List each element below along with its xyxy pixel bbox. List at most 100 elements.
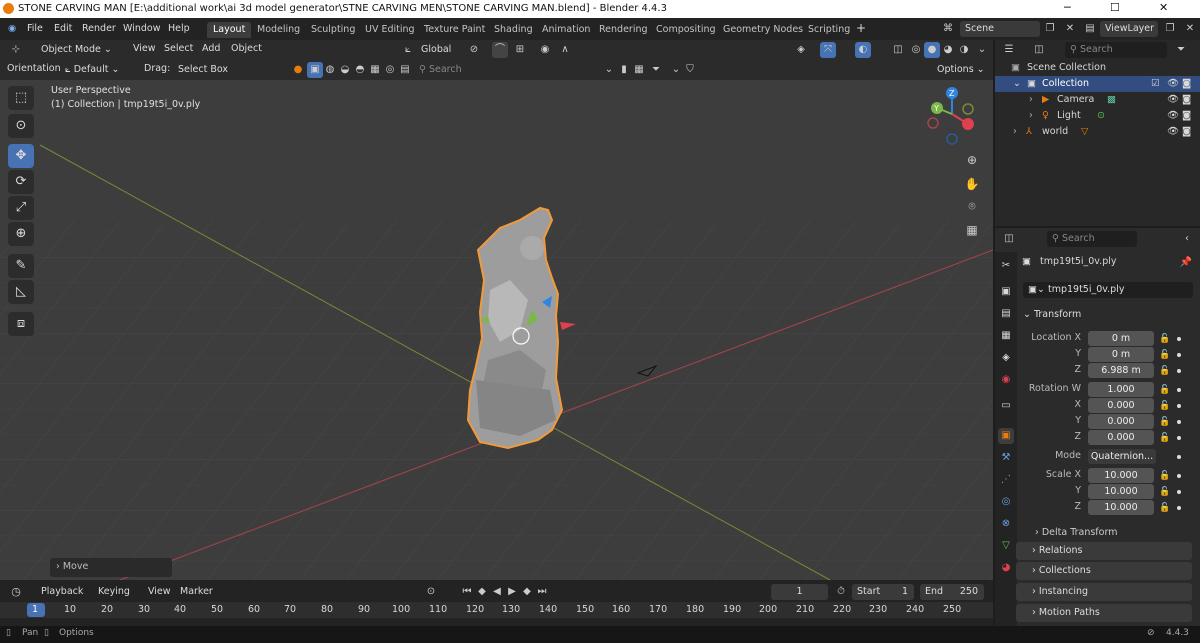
modifier-tab-icon[interactable]: ⚒ bbox=[998, 450, 1014, 466]
snap-icon[interactable]: ⌒ bbox=[492, 42, 508, 58]
drag-selector[interactable]: Select Box bbox=[173, 62, 237, 78]
keyframe-dot-icon[interactable] bbox=[1177, 420, 1181, 424]
expand-chevron-icon[interactable]: ⌄ bbox=[1013, 76, 1021, 92]
data-tab-icon[interactable]: ▽ bbox=[998, 538, 1014, 554]
lock-icon[interactable]: 🔓 bbox=[1159, 487, 1170, 497]
rotate-tool-icon[interactable]: ⟳ bbox=[8, 170, 34, 194]
zoom-icon[interactable]: ⊕ bbox=[964, 152, 980, 168]
scene-tab-icon[interactable]: ◈ bbox=[998, 350, 1014, 366]
location-x-field[interactable]: 0 m bbox=[1088, 331, 1154, 346]
tool-tab-icon[interactable]: ✂ bbox=[998, 258, 1014, 274]
scene-collection-row[interactable]: ▣ Scene Collection bbox=[995, 60, 1200, 76]
outliner-search-input[interactable]: ⚲ Search bbox=[1065, 42, 1167, 58]
pin-icon[interactable]: 📌 bbox=[1178, 255, 1194, 271]
menu-marker[interactable]: Marker bbox=[180, 586, 213, 597]
delete-view-layer-icon[interactable]: ✕ bbox=[1182, 21, 1198, 37]
lock-icon[interactable]: 🔓 bbox=[1159, 503, 1170, 513]
tab-animation[interactable]: Animation bbox=[536, 22, 596, 38]
keyframe-dot-icon[interactable] bbox=[1177, 353, 1181, 357]
scale-z-field[interactable]: 10.000 bbox=[1088, 500, 1154, 515]
keyframe-dot-icon[interactable] bbox=[1177, 490, 1181, 494]
world-tab-icon[interactable]: ◉ bbox=[998, 372, 1014, 388]
exclude-checkbox-icon[interactable]: ☑ bbox=[1151, 76, 1160, 92]
outliner-item-camera[interactable]: › ▶ Camera ▩ 👁 ◙ bbox=[995, 92, 1200, 108]
cursor-tool-icon[interactable]: ⊙ bbox=[8, 114, 34, 138]
visibility-eye-icon[interactable]: 👁 bbox=[1167, 76, 1179, 92]
panel-chevron-icon[interactable]: ‹ bbox=[1179, 231, 1195, 247]
location-z-field[interactable]: 6.988 m bbox=[1088, 363, 1154, 378]
tab-sculpting[interactable]: Sculpting bbox=[305, 22, 361, 38]
shading-wireframe-icon[interactable]: ◎ bbox=[908, 42, 924, 58]
checker-icon[interactable]: ▦ bbox=[631, 62, 647, 78]
keyframe-dot-icon[interactable] bbox=[1177, 369, 1181, 373]
next-keyframe-icon[interactable]: ◆ bbox=[519, 584, 535, 600]
view-layer-selector[interactable]: ViewLayer bbox=[1100, 21, 1158, 37]
outliner-item-world[interactable]: › ⅄ world ▽ 👁 ◙ bbox=[995, 124, 1200, 140]
shading-rendered-icon[interactable]: ◑ bbox=[956, 42, 972, 58]
object-data-icon[interactable]: ◒ bbox=[337, 62, 353, 78]
visibility-icon[interactable]: ◈ bbox=[793, 42, 809, 58]
timeline-editor-type-icon[interactable]: ◷ bbox=[8, 584, 24, 600]
collection-row[interactable]: ⌄ ▣ Collection ☑ 👁 ◙ bbox=[995, 76, 1200, 92]
tab-texture-paint[interactable]: Texture Paint bbox=[418, 22, 491, 38]
viewport-display-icon[interactable]: ◍ bbox=[322, 62, 338, 78]
properties-editor-type-icon[interactable]: ◫ bbox=[1001, 231, 1017, 247]
keyframe-dot-icon[interactable] bbox=[1177, 506, 1181, 510]
clear-search-icon[interactable]: ⌄ bbox=[601, 62, 617, 78]
physics-tab-icon[interactable]: ◎ bbox=[998, 494, 1014, 510]
tab-compositing[interactable]: Compositing bbox=[650, 22, 722, 38]
new-view-layer-icon[interactable]: ❐ bbox=[1162, 21, 1178, 37]
render-camera-icon[interactable]: ◙ bbox=[1182, 108, 1191, 124]
relations-panel[interactable]: › Relations bbox=[1016, 542, 1192, 560]
render-camera-icon[interactable]: ◙ bbox=[1182, 76, 1191, 92]
properties-search-input[interactable]: ⚲ Search bbox=[1047, 231, 1137, 247]
transform-tool-icon[interactable]: ⊕ bbox=[8, 222, 34, 246]
menu-render[interactable]: Render bbox=[82, 23, 116, 34]
lock-icon[interactable]: 🔓 bbox=[1159, 385, 1170, 395]
rotation-y-field[interactable]: 0.000 bbox=[1088, 414, 1154, 429]
navigation-gizmo[interactable]: Z Y bbox=[927, 87, 974, 145]
rotation-z-field[interactable]: 0.000 bbox=[1088, 430, 1154, 445]
frame-ruler[interactable]: 1 10 20 30 40 50 60 70 80 90 100 110 120… bbox=[0, 602, 993, 618]
record-icon[interactable]: ⊙ bbox=[423, 584, 439, 600]
measure-tool-icon[interactable]: ◺ bbox=[8, 280, 34, 304]
minimize-icon[interactable]: ─ bbox=[1064, 1, 1071, 14]
tab-rendering[interactable]: Rendering bbox=[593, 22, 654, 38]
menu-timeline-view[interactable]: View bbox=[148, 586, 171, 597]
close-icon[interactable]: ✕ bbox=[1159, 1, 1168, 14]
render-camera-icon[interactable]: ◙ bbox=[1182, 92, 1191, 108]
instancing-panel[interactable]: › Instancing bbox=[1016, 583, 1192, 601]
keyframe-dot-icon[interactable] bbox=[1177, 474, 1181, 478]
expand-chevron-icon[interactable]: › bbox=[1029, 108, 1033, 124]
object-tab-icon[interactable]: ▣ bbox=[998, 428, 1014, 444]
lock-icon[interactable]: 🔓 bbox=[1159, 366, 1170, 376]
scene-filter-icon[interactable]: ▤ bbox=[397, 62, 413, 78]
lock-icon[interactable]: 🔓 bbox=[1159, 334, 1170, 344]
scene-selector[interactable]: Scene bbox=[960, 21, 1040, 37]
tab-scripting[interactable]: Scripting bbox=[802, 22, 856, 38]
last-operator-panel[interactable]: › Move bbox=[50, 558, 172, 577]
keyframe-dot-icon[interactable] bbox=[1177, 337, 1181, 341]
select-box-mode-icon[interactable]: ▣ bbox=[307, 62, 323, 78]
blender-menu-icon[interactable]: ◉ bbox=[8, 23, 16, 34]
render-tab-icon[interactable]: ▣ bbox=[998, 284, 1014, 300]
menu-select[interactable]: Select bbox=[164, 43, 193, 54]
view-layer-icon[interactable]: ▤ bbox=[1082, 21, 1098, 37]
material-tab-icon[interactable]: ◕ bbox=[998, 560, 1014, 576]
menu-file[interactable]: File bbox=[27, 23, 43, 34]
delete-scene-icon[interactable]: ✕ bbox=[1062, 21, 1078, 37]
keyframe-dot-icon[interactable] bbox=[1177, 404, 1181, 408]
visibility-eye-icon[interactable]: 👁 bbox=[1167, 124, 1179, 140]
filter-icon[interactable]: ⏷ bbox=[648, 62, 664, 78]
shading-material-icon[interactable]: ◕ bbox=[940, 42, 956, 58]
select-tool-icon[interactable]: ⬚ bbox=[8, 86, 34, 110]
jump-end-icon[interactable]: ⏭ bbox=[534, 584, 550, 600]
bookmark-icon[interactable]: ▮ bbox=[616, 62, 632, 78]
menu-playback[interactable]: Playback bbox=[41, 586, 83, 597]
lock-icon[interactable]: 🔓 bbox=[1159, 433, 1170, 443]
lock-icon[interactable]: 🔓 bbox=[1159, 401, 1170, 411]
scale-tool-icon[interactable]: ⤢ bbox=[8, 196, 34, 220]
expand-chevron-icon[interactable]: › bbox=[1029, 92, 1033, 108]
menu-add[interactable]: Add bbox=[202, 43, 220, 54]
pan-hand-icon[interactable]: ✋ bbox=[964, 176, 980, 192]
